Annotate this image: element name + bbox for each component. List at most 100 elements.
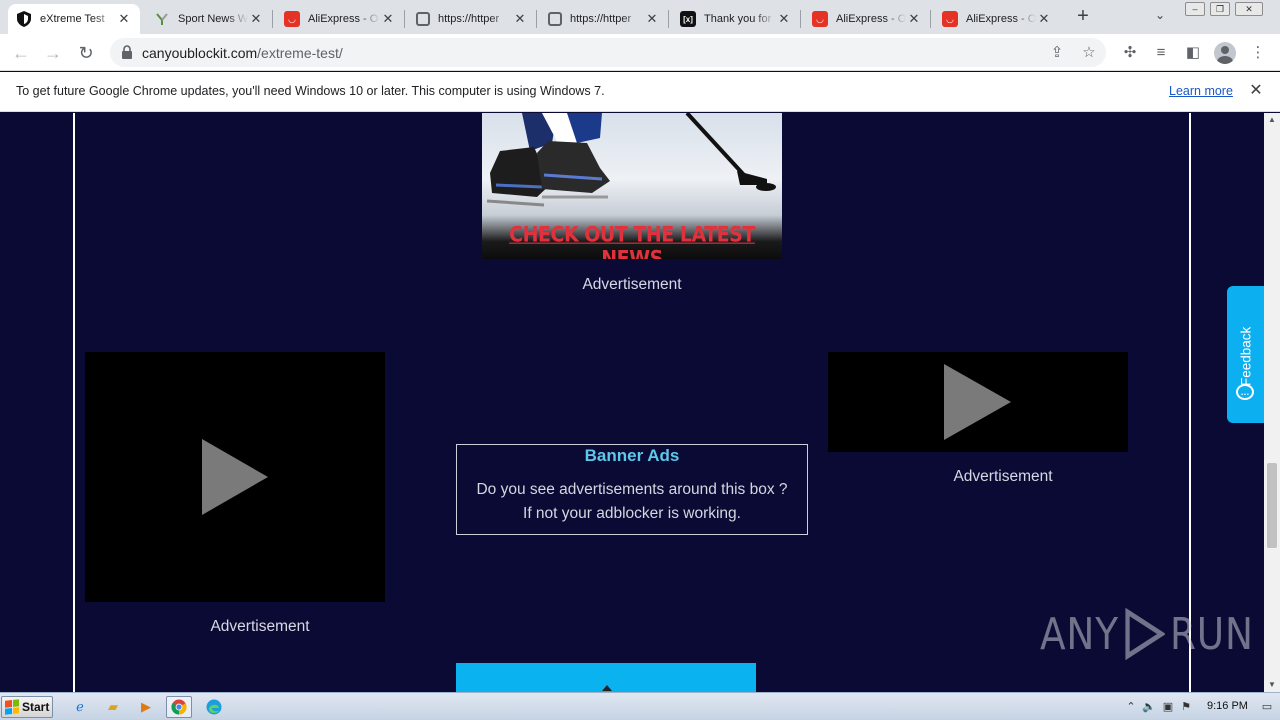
scrollbar-thumb[interactable] <box>1267 463 1277 548</box>
start-button[interactable]: Start <box>1 696 53 718</box>
advertisement-label: Advertisement <box>210 618 310 635</box>
banner-line-1: Do you see advertisements around this bo… <box>476 481 788 498</box>
advertisement-label: Advertisement <box>582 276 682 293</box>
edge-icon <box>206 699 222 715</box>
bookmark-star-icon[interactable]: ☆ <box>1078 42 1100 64</box>
feedback-tab[interactable]: Feedback … <box>1227 286 1264 423</box>
aliexpress-icon: ◡ <box>942 11 958 27</box>
chrome-taskbar-icon[interactable] <box>166 696 192 718</box>
url-domain: canyoublockit.com <box>142 45 258 61</box>
infobar-message: To get future Google Chrome updates, you… <box>16 84 605 98</box>
video-ad-right[interactable] <box>828 352 1128 452</box>
action-center-flag-icon[interactable]: ⚑ <box>1177 698 1195 716</box>
play-icon[interactable] <box>202 439 268 515</box>
lock-icon <box>122 45 132 59</box>
tab-separator <box>272 10 273 28</box>
new-tab-button[interactable]: + <box>1072 6 1094 28</box>
scroll-down-arrow-icon[interactable]: ▼ <box>1264 678 1280 692</box>
close-tab-icon[interactable]: ✕ <box>1036 11 1052 27</box>
play-icon[interactable] <box>944 364 1011 440</box>
watermark-right: RUN <box>1169 608 1254 660</box>
aliexpress-icon: ◡ <box>284 11 300 27</box>
tab-title: AliExpress - O <box>966 13 1036 25</box>
ad-banner-bottom[interactable] <box>456 663 756 692</box>
extensions-puzzle-icon[interactable]: ✣ <box>1118 41 1142 65</box>
tab-strip: eXtreme Test ✕ Sport News W ✕ ◡ AliExpre… <box>0 0 1280 34</box>
tab-title: Sport News W <box>178 13 248 25</box>
restore-button[interactable]: ❐ <box>1210 2 1230 16</box>
chrome-icon <box>171 699 187 715</box>
hockey-skates-image <box>486 113 776 207</box>
tab-title: AliExpress - O <box>308 13 379 25</box>
close-window-button[interactable]: ✕ <box>1235 2 1263 16</box>
banner-title: Banner Ads <box>584 446 680 465</box>
video-ad-left[interactable] <box>85 352 385 602</box>
more-menu-icon[interactable]: ⋮ <box>1246 41 1270 65</box>
tab-thank-you[interactable]: [x] Thank you for ✕ <box>672 4 800 34</box>
chat-bubble-icon: … <box>1236 384 1254 400</box>
close-tab-icon[interactable]: ✕ <box>776 11 792 27</box>
close-tab-icon[interactable]: ✕ <box>512 11 528 27</box>
show-hidden-icons[interactable]: ⌃ <box>1122 698 1140 716</box>
tab-title: https://httper <box>570 13 632 25</box>
tab-httper-2[interactable]: https://httper ✕ <box>540 4 668 34</box>
aliexpress-icon: ◡ <box>812 11 828 27</box>
network-icon[interactable]: ▣ <box>1159 698 1177 716</box>
banner-ads-box: Banner Ads Do you see advertisements aro… <box>456 444 808 535</box>
content-border-right <box>1189 113 1191 692</box>
side-panel-icon[interactable]: ◧ <box>1181 41 1205 65</box>
anyrun-watermark: ANY RUN <box>1040 608 1254 660</box>
arrow-up-icon <box>602 685 612 691</box>
forward-button[interactable]: → <box>40 40 66 66</box>
tab-search-chevron-icon[interactable]: ⌄ <box>1150 8 1170 26</box>
close-tab-icon[interactable]: ✕ <box>906 11 922 27</box>
banner-text: Do you see advertisements around this bo… <box>457 478 807 526</box>
show-desktop-icon[interactable]: ▭ <box>1258 698 1276 716</box>
tab-title: https://httper <box>438 13 500 25</box>
x-logo-icon: [x] <box>680 11 696 27</box>
file-explorer-icon[interactable]: ▰ <box>100 696 126 718</box>
taskbar-clock[interactable]: 9:16 PM <box>1207 700 1248 712</box>
tab-separator <box>404 10 405 28</box>
globe-icon <box>416 12 430 26</box>
page-scrollbar[interactable]: ▲ ▼ <box>1264 113 1280 692</box>
play-logo-icon <box>1125 608 1165 660</box>
banner-line-2: If not your adblocker is working. <box>523 505 741 522</box>
profile-avatar-icon[interactable] <box>1214 42 1236 64</box>
tab-aliexpress-2[interactable]: ◡ AliExpress - O ✕ <box>804 4 930 34</box>
close-tab-icon[interactable]: ✕ <box>644 11 660 27</box>
tab-sport-news[interactable]: Sport News W ✕ <box>146 4 272 34</box>
volume-icon[interactable]: 🔈 <box>1140 698 1158 716</box>
media-queue-icon[interactable]: ≡ <box>1149 41 1173 65</box>
tab-aliexpress-3[interactable]: ◡ AliExpress - O ✕ <box>934 4 1060 34</box>
close-tab-icon[interactable]: ✕ <box>380 11 396 27</box>
close-tab-icon[interactable]: ✕ <box>116 11 132 27</box>
edge-taskbar-icon[interactable] <box>201 696 227 718</box>
reload-button[interactable]: ↻ <box>73 40 99 66</box>
hockey-news-ad[interactable]: CHECK OUT THE LATEST NEWS <box>482 113 782 259</box>
back-button[interactable]: ← <box>8 40 34 66</box>
tab-httper-1[interactable]: https://httper ✕ <box>408 4 536 34</box>
media-player-icon[interactable]: ▶ <box>133 696 159 718</box>
minimize-button[interactable]: – <box>1185 2 1205 16</box>
shield-icon <box>16 11 32 27</box>
close-icon[interactable]: ✕ <box>1246 81 1266 101</box>
internet-explorer-icon[interactable]: ℯ <box>67 696 93 718</box>
watermark-left: ANY <box>1040 608 1119 660</box>
address-bar[interactable]: canyoublockit.com/extreme-test/ ⇪ ☆ <box>110 38 1106 67</box>
page-content: CHECK OUT THE LATEST NEWS Advertisement … <box>0 113 1264 692</box>
sport-icon <box>154 11 170 27</box>
url-text: canyoublockit.com/extreme-test/ <box>142 45 343 61</box>
globe-icon <box>548 12 562 26</box>
update-infobar: To get future Google Chrome updates, you… <box>0 72 1280 112</box>
latest-news-link[interactable]: CHECK OUT THE LATEST NEWS <box>482 223 782 259</box>
url-path: /extreme-test/ <box>257 45 343 61</box>
share-icon[interactable]: ⇪ <box>1046 42 1068 64</box>
learn-more-link[interactable]: Learn more <box>1169 84 1233 98</box>
tab-extreme-test[interactable]: eXtreme Test ✕ <box>8 4 140 34</box>
scroll-up-arrow-icon[interactable]: ▲ <box>1264 113 1280 127</box>
tab-aliexpress-1[interactable]: ◡ AliExpress - O ✕ <box>276 4 404 34</box>
close-tab-icon[interactable]: ✕ <box>248 11 264 27</box>
tab-title: AliExpress - O <box>836 13 906 25</box>
tab-separator <box>536 10 537 28</box>
